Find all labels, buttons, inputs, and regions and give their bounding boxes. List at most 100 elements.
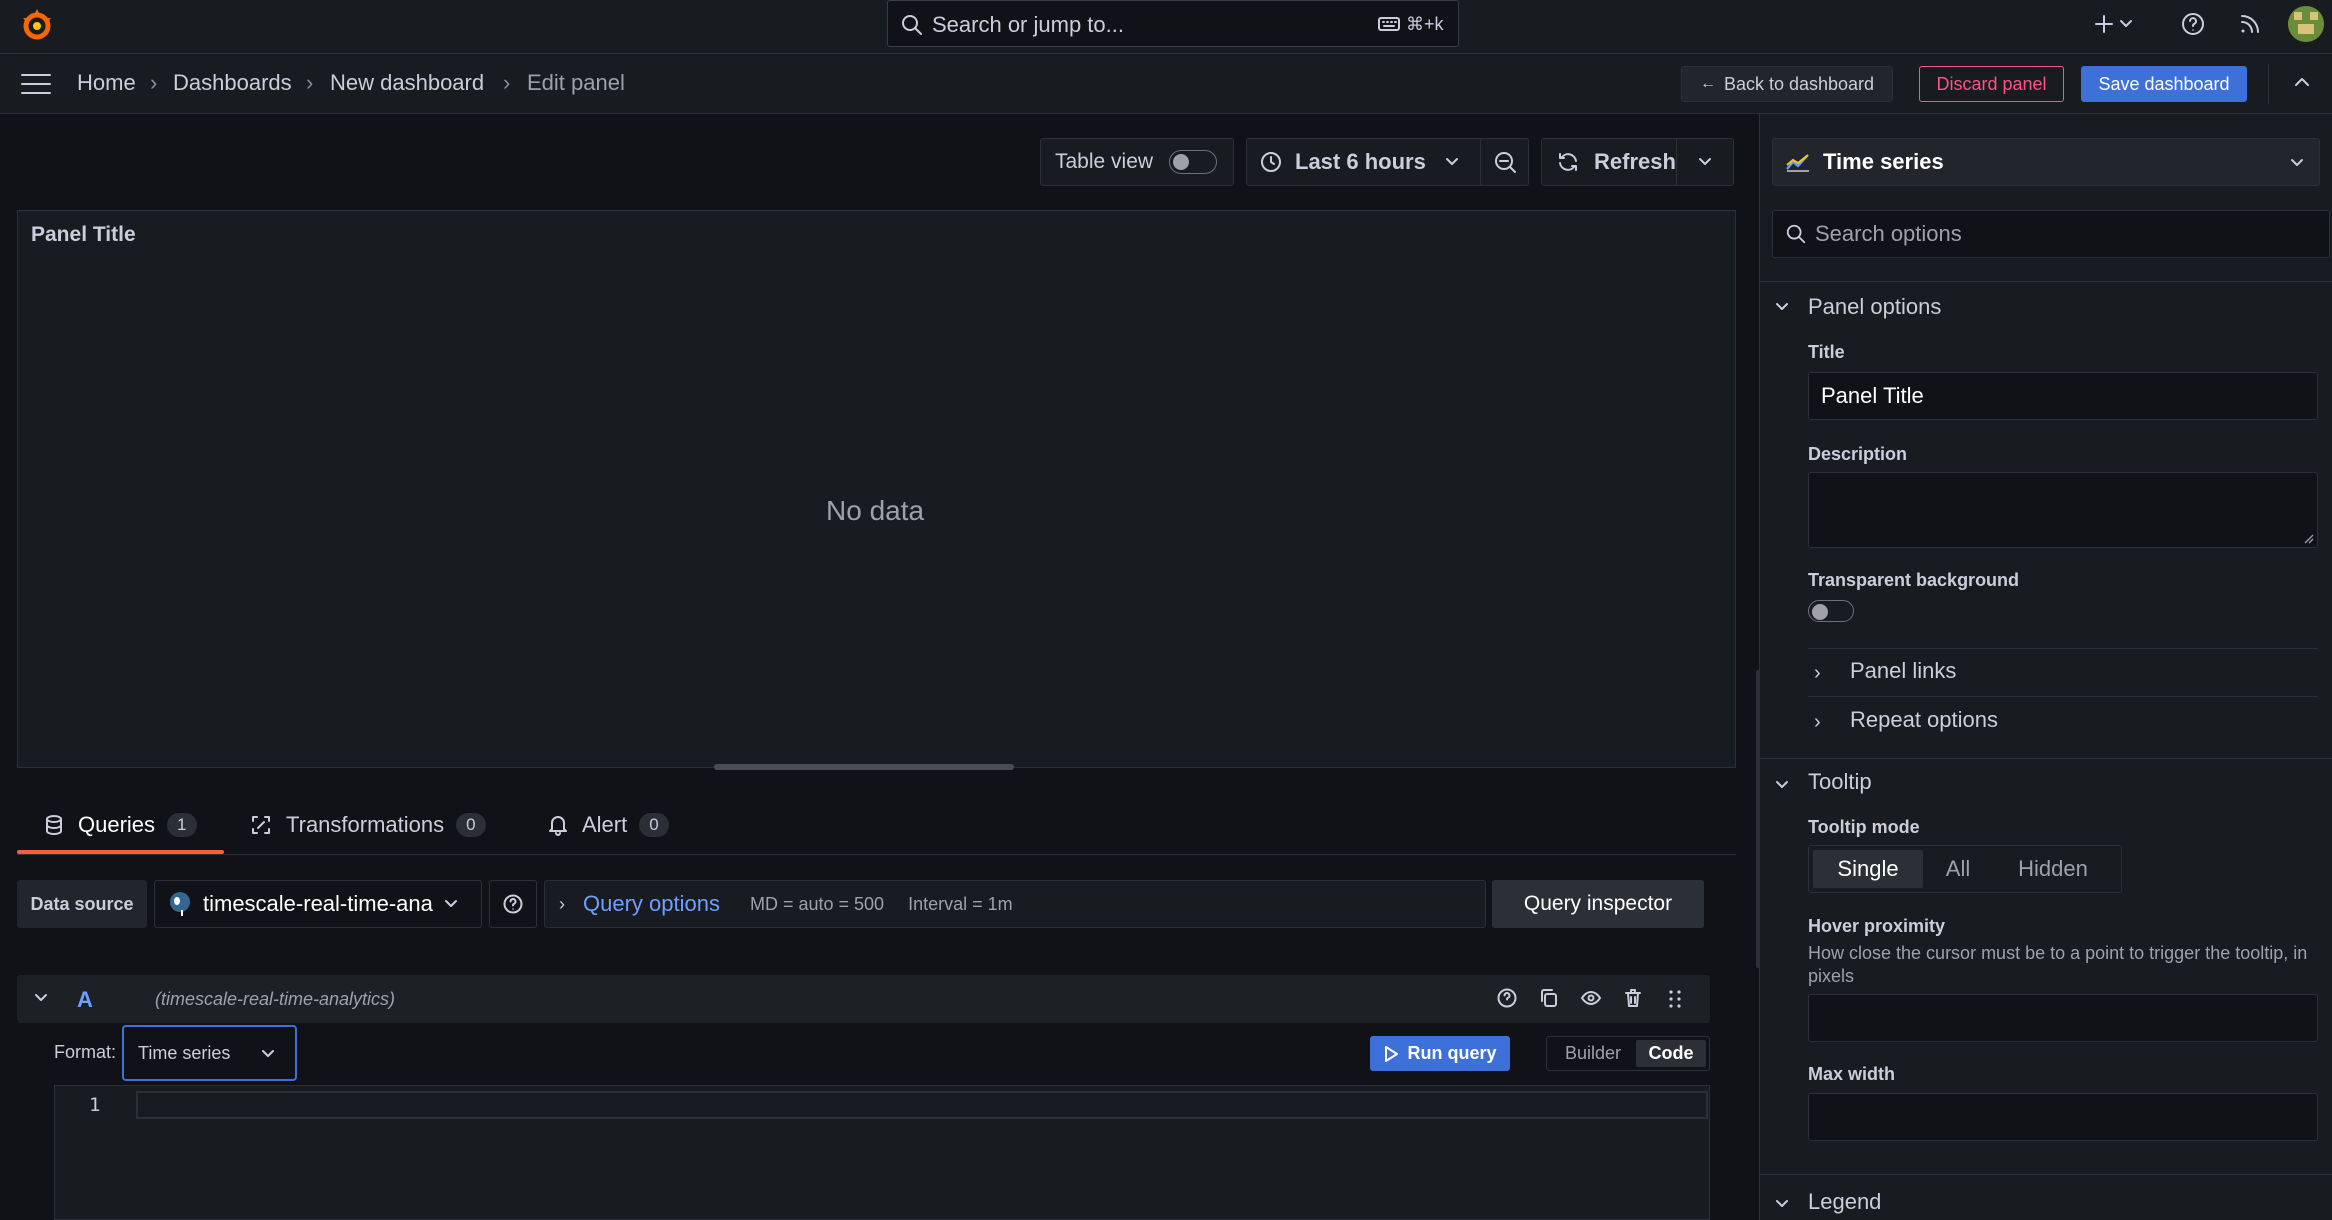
divider bbox=[1808, 648, 2318, 649]
chevron-down-icon[interactable] bbox=[1774, 778, 1790, 792]
mode-builder-button[interactable]: Builder bbox=[1550, 1043, 1636, 1064]
breadcrumb-home[interactable]: Home bbox=[77, 70, 136, 96]
panel-preview[interactable]: Panel Title No data bbox=[17, 210, 1736, 768]
back-to-dashboard-button[interactable]: ← Back to dashboard bbox=[1681, 66, 1893, 102]
clock-icon bbox=[1259, 150, 1283, 174]
search-shortcut: ⌘+k bbox=[1406, 14, 1444, 34]
query-header[interactable]: A (timescale-real-time-analytics) bbox=[17, 975, 1710, 1023]
chevron-right-icon: › bbox=[150, 70, 158, 95]
trash-icon[interactable] bbox=[1622, 987, 1644, 1009]
title-input[interactable]: Panel Title bbox=[1808, 372, 2318, 420]
max-width-label: Max width bbox=[1808, 1064, 1896, 1084]
divider bbox=[1808, 696, 2318, 697]
tooltip-mode-label: Tooltip mode bbox=[1808, 817, 1920, 837]
run-query-button[interactable]: Run query bbox=[1370, 1036, 1510, 1071]
chevron-down-icon bbox=[1444, 155, 1460, 169]
format-label: Format: bbox=[54, 1042, 117, 1062]
chevron-down-icon bbox=[443, 897, 459, 911]
time-series-icon bbox=[1785, 151, 1811, 173]
chevron-right-icon[interactable]: › bbox=[1814, 662, 1821, 685]
avatar[interactable] bbox=[2288, 6, 2324, 42]
news-feed-icon[interactable] bbox=[2238, 12, 2262, 36]
max-width-input[interactable] bbox=[1808, 1093, 2318, 1141]
breadcrumb-edit-panel: Edit panel bbox=[527, 70, 625, 95]
divider bbox=[1760, 758, 2332, 759]
query-inspector-button[interactable]: Query inspector bbox=[1492, 880, 1704, 928]
chevron-down-icon bbox=[260, 1047, 276, 1061]
keyboard-icon bbox=[1378, 16, 1400, 32]
chevron-down-icon[interactable] bbox=[1774, 1197, 1790, 1211]
table-view-toggle[interactable]: Table view bbox=[1040, 138, 1234, 186]
hover-proximity-input[interactable] bbox=[1808, 994, 2318, 1042]
refresh-button[interactable]: Refresh bbox=[1541, 138, 1734, 186]
chevron-down-icon[interactable] bbox=[2118, 17, 2134, 31]
query-options-bar[interactable]: › Query options MD = auto = 500 Interval… bbox=[544, 880, 1486, 928]
database-icon bbox=[44, 814, 64, 836]
mode-code-button[interactable]: Code bbox=[1636, 1040, 1706, 1067]
tab-queries[interactable]: Queries 1 bbox=[44, 812, 197, 838]
chevron-up-icon[interactable] bbox=[2292, 74, 2312, 90]
discard-panel-button[interactable]: Discard panel bbox=[1919, 66, 2064, 102]
chevron-down-icon[interactable] bbox=[33, 991, 49, 1005]
query-ref-id[interactable]: A bbox=[77, 987, 93, 1013]
bell-icon bbox=[548, 814, 568, 836]
divider bbox=[1760, 281, 2332, 282]
search-bar[interactable]: Search or jump to... ⌘+k bbox=[887, 0, 1459, 47]
breadcrumb-dashboards[interactable]: Dashboards bbox=[173, 70, 292, 96]
code-line-current[interactable] bbox=[136, 1091, 1708, 1119]
max-data-points: MD = auto = 500 bbox=[749, 893, 885, 914]
plus-icon[interactable] bbox=[2092, 12, 2116, 36]
chevron-right-icon[interactable]: › bbox=[1814, 711, 1821, 734]
no-data-message: No data bbox=[826, 495, 925, 526]
menu-icon[interactable] bbox=[20, 71, 52, 97]
datasource-picker[interactable]: timescale-real-time-ana bbox=[154, 880, 482, 928]
divider bbox=[2268, 64, 2269, 104]
save-dashboard-button[interactable]: Save dashboard bbox=[2081, 66, 2247, 102]
chevron-right-icon: › bbox=[559, 893, 565, 914]
eye-icon[interactable] bbox=[1580, 987, 1602, 1009]
transparent-background-toggle[interactable] bbox=[1808, 600, 1854, 622]
hover-proximity-description: How close the cursor must be to a point … bbox=[1808, 943, 2308, 986]
transformations-icon bbox=[250, 814, 272, 836]
resize-grip-icon bbox=[2302, 532, 2314, 544]
drag-handle-icon[interactable] bbox=[1666, 987, 1684, 1011]
help-icon bbox=[502, 893, 524, 915]
tab-transformations[interactable]: Transformations 0 bbox=[250, 812, 486, 838]
tooltip-mode-all[interactable]: All bbox=[1923, 856, 1993, 882]
help-icon[interactable] bbox=[1496, 987, 1518, 1009]
play-icon bbox=[1383, 1045, 1399, 1063]
panel-options-header[interactable]: Panel options bbox=[1808, 294, 1941, 320]
transparent-background-label: Transparent background bbox=[1808, 570, 2020, 590]
toggle-switch[interactable] bbox=[1169, 150, 1218, 174]
description-textarea[interactable] bbox=[1808, 472, 2318, 548]
zoom-out-button[interactable] bbox=[1480, 138, 1529, 186]
legend-header[interactable]: Legend bbox=[1808, 1189, 1881, 1215]
tooltip-mode-radio-group: Single All Hidden bbox=[1808, 845, 2122, 893]
panel-resize-handle[interactable] bbox=[714, 764, 1014, 770]
panel-links-header[interactable]: Panel links bbox=[1850, 658, 1956, 684]
format-select[interactable]: Time series bbox=[126, 1029, 293, 1077]
tooltip-mode-hidden[interactable]: Hidden bbox=[1993, 856, 2113, 882]
search-icon bbox=[1785, 223, 1807, 245]
panel-title: Panel Title bbox=[31, 223, 136, 246]
editor-mode-toggle: Builder Code bbox=[1546, 1036, 1710, 1071]
query-datasource-hint: (timescale-real-time-analytics) bbox=[155, 989, 396, 1009]
chevron-down-icon[interactable] bbox=[1697, 155, 1713, 169]
code-editor[interactable]: 1 bbox=[54, 1085, 1710, 1220]
copy-icon[interactable] bbox=[1538, 987, 1560, 1009]
repeat-options-header[interactable]: Repeat options bbox=[1850, 707, 1998, 733]
chevron-down-icon[interactable] bbox=[1774, 300, 1790, 314]
visualization-picker[interactable]: Time series bbox=[1772, 138, 2320, 186]
tab-alert[interactable]: Alert 0 bbox=[548, 812, 669, 838]
datasource-help-button[interactable] bbox=[489, 880, 537, 928]
breadcrumb-new-dashboard[interactable]: New dashboard bbox=[330, 70, 484, 96]
hover-proximity-label: Hover proximity bbox=[1808, 916, 1946, 936]
grafana-logo-icon[interactable] bbox=[18, 6, 56, 44]
help-icon[interactable] bbox=[2180, 11, 2206, 37]
options-search-input[interactable]: Search options bbox=[1772, 210, 2330, 258]
tooltip-mode-single[interactable]: Single bbox=[1813, 850, 1923, 888]
divider bbox=[1760, 1174, 2332, 1175]
chevron-right-icon: › bbox=[503, 70, 511, 95]
tooltip-header[interactable]: Tooltip bbox=[1808, 769, 1872, 795]
arrow-left-icon: ← bbox=[1699, 75, 1716, 92]
